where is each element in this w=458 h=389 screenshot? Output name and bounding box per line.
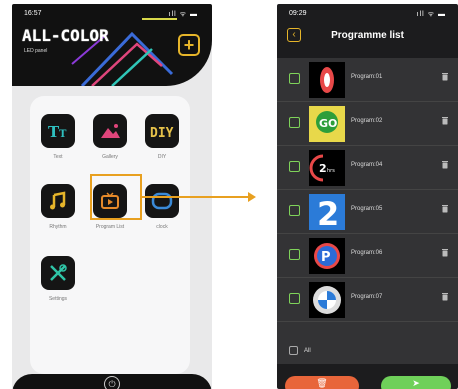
app-label: clock [156,224,168,230]
program-thumbnail: 2 [309,194,345,230]
svg-text:P: P [321,250,331,265]
page-title: Programme list [331,30,404,41]
app-diy[interactable]: DIY DIY [142,114,182,160]
diy-icon: DIY [145,114,179,148]
app-gallery[interactable]: Gallery [90,114,130,160]
program-list: Program:01 GO Program:02 2 hrs Program:04 [277,58,458,364]
program-thumbnail [309,62,345,98]
row-checkbox[interactable] [289,205,300,216]
app-rhythm[interactable]: Rhythm [38,184,78,230]
app-grid: TT Text Gallery DIY DIY Rhythm Program L… [30,96,190,374]
brand-subtitle: LED panel [24,48,48,54]
list-item[interactable]: 2 Program:05 [277,190,458,234]
select-all-row[interactable]: All [289,346,311,355]
select-all-label: All [304,347,311,354]
select-all-checkbox[interactable] [289,346,298,355]
app-settings[interactable]: Settings [38,256,78,302]
row-checkbox[interactable] [289,117,300,128]
row-checkbox[interactable] [289,73,300,84]
arrow-head-icon [248,192,256,202]
program-name: Program:01 [351,74,383,80]
row-checkbox[interactable] [289,293,300,304]
arrow-line [142,196,250,198]
status-time: 16:57 [24,10,42,17]
program-name: Program:04 [351,162,383,168]
program-name: Program:02 [351,118,383,124]
app-text[interactable]: TT Text [38,114,78,160]
status-icons: ıll ᯤ ▬ [168,11,198,18]
send-icon: ➤ [412,378,420,388]
program-thumbnail: 2 hrs [309,150,345,186]
music-note-icon [41,184,75,218]
program-thumbnail: P [309,238,345,274]
plus-icon: + [183,35,195,55]
trash-icon[interactable] [442,293,448,301]
list-item[interactable]: GO Program:02 [277,102,458,146]
trash-icon[interactable] [442,205,448,213]
app-label: Rhythm [49,224,67,230]
app-label: Program List [95,224,125,230]
trash-icon[interactable] [442,117,448,125]
status-icons: ıll ᯤ ▬ [416,11,446,18]
power-icon[interactable]: ⏻ [104,376,120,389]
program-name: Program:07 [351,294,383,300]
trash-icon[interactable] [442,73,448,81]
clock-icon [145,184,179,218]
trash-icon: 🗑 [316,378,328,388]
app-clock[interactable]: clock [142,184,182,230]
program-list-phone: 09:29 ıll ᯤ ▬ ‹ Programme list Program:0… [277,4,458,389]
app-label: Settings [48,296,68,302]
list-item[interactable]: P Program:06 [277,234,458,278]
program-name: Program:06 [351,250,383,256]
image-icon [93,114,127,148]
program-name: Program:05 [351,206,383,212]
list-item[interactable]: 2 hrs Program:04 [277,146,458,190]
svg-text:2: 2 [319,162,327,175]
highlight-box [90,174,142,220]
list-item[interactable]: Program:01 [277,58,458,102]
row-checkbox[interactable] [289,249,300,260]
row-checkbox[interactable] [289,161,300,172]
app-label: Gallery [102,154,118,160]
app-label: Text [53,154,63,160]
bottom-bar: ⏻ [12,374,212,389]
trash-icon[interactable] [442,249,448,257]
app-label: DIY [157,154,167,160]
brand-logo: ALL-COLOR [22,26,109,45]
trash-icon[interactable] [442,161,448,169]
app-header: 16:57 ıll ᯤ ▬ ALL-COLOR LED panel + [12,4,212,86]
add-button[interactable]: + [178,34,200,56]
send-button[interactable]: ➤ [381,376,451,389]
svg-text:DIY: DIY [150,126,174,140]
list-item[interactable]: Program:07 [277,278,458,322]
svg-text:2: 2 [317,195,339,230]
program-thumbnail [309,282,345,318]
status-time: 09:29 [289,10,307,17]
svg-text:T: T [59,129,67,140]
tools-icon [41,256,75,290]
svg-text:hrs: hrs [327,168,335,174]
program-thumbnail: GO [309,106,345,142]
screenshot-stage: 16:57 ıll ᯤ ▬ ALL-COLOR LED panel + TT T… [0,0,458,389]
delete-button[interactable]: 🗑 [285,376,359,389]
text-icon: TT [41,114,75,148]
svg-text:GO: GO [319,117,337,130]
